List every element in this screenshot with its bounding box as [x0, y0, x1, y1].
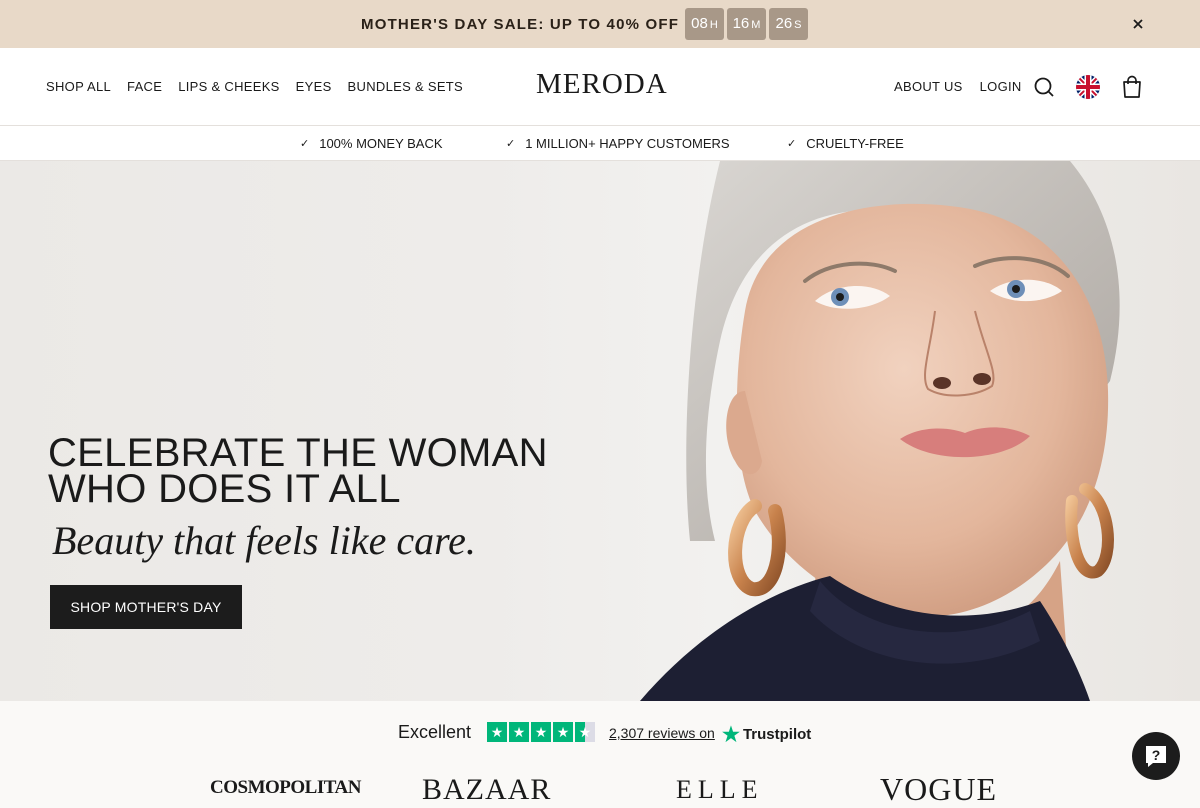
trustpilot-logo[interactable]: ★ Trustpilot — [722, 722, 811, 747]
secondary-nav: ABOUT US LOGIN — [894, 79, 1022, 94]
primary-nav: SHOP ALL FACE LIPS & CHEEKS EYES BUNDLES… — [46, 79, 463, 94]
trust-section: Excellent ★ ★ ★ ★ ★ 2,307 reviews on ★ T… — [0, 701, 1200, 807]
hero-title-line2: WHO DOES IT ALL — [48, 467, 401, 511]
nav-bundles-sets[interactable]: BUNDLES & SETS — [348, 79, 463, 94]
star-icon: ★ — [553, 722, 573, 742]
star-icon: ★ — [509, 722, 529, 742]
usp-happy-customers: ✓ 1 MILLION+ HAPPY CUSTOMERS — [506, 136, 730, 151]
countdown-minutes-value: 16 — [732, 15, 750, 32]
nav-login[interactable]: LOGIN — [980, 79, 1022, 94]
countdown-seconds-value: 26 — [775, 15, 793, 32]
nav-about-us[interactable]: ABOUT US — [894, 79, 963, 94]
usp-cruelty-free: ✓ CRUELTY-FREE — [787, 136, 904, 151]
check-icon: ✓ — [787, 138, 797, 150]
announcement-bar: MOTHER'S DAY SALE: UP TO 40% OFF 08 H 16… — [0, 0, 1200, 48]
half-star-icon: ★ — [575, 722, 595, 742]
trustpilot-brand: Trustpilot — [742, 726, 812, 743]
hero-title-line1: CELEBRATE THE WOMAN — [48, 431, 548, 475]
close-icon[interactable] — [1130, 16, 1146, 32]
usp-happy-customers-label: 1 MILLION+ HAPPY CUSTOMERS — [525, 136, 730, 151]
countdown-minutes-unit: M — [751, 19, 761, 31]
site-header: SHOP ALL FACE LIPS & CHEEKS EYES BUNDLES… — [0, 48, 1200, 126]
countdown-hours-value: 08 — [691, 15, 708, 32]
usp-money-back-label: 100% MONEY BACK — [319, 136, 443, 151]
press-elle-logo: ELLE — [676, 775, 764, 804]
usp-cruelty-free-label: CRUELTY-FREE — [806, 136, 904, 151]
countdown-hours: 08 H — [685, 8, 724, 40]
nav-face[interactable]: FACE — [127, 79, 162, 94]
help-chat-button[interactable]: ? — [1132, 732, 1180, 780]
usp-money-back: ✓ 100% MONEY BACK — [300, 136, 443, 151]
nav-lips-cheeks[interactable]: LIPS & CHEEKS — [178, 79, 279, 94]
nav-eyes[interactable]: EYES — [296, 79, 332, 94]
check-icon: ✓ — [506, 138, 516, 150]
press-vogue-logo: VOGUE — [880, 771, 997, 807]
countdown-minutes: 16 M — [727, 8, 766, 40]
hero-subtitle: Beauty that feels like care. — [52, 518, 476, 563]
trustpilot-star-icon: ★ — [722, 724, 740, 746]
trustpilot-stars: ★ ★ ★ ★ ★ — [487, 722, 595, 742]
trust-reviews-link[interactable]: 2,307 reviews on — [609, 725, 715, 741]
countdown-seconds-unit: S — [794, 19, 802, 31]
brand-logo[interactable]: MERODA — [536, 68, 668, 101]
trust-rating-word: Excellent — [398, 722, 472, 742]
cart-icon[interactable] — [1119, 74, 1145, 100]
press-bazaar-logo: BAZAAR — [422, 773, 552, 806]
hero-banner: CELEBRATE THE WOMAN WHO DOES IT ALL Beau… — [0, 161, 1200, 701]
search-icon[interactable] — [1031, 74, 1057, 100]
press-cosmopolitan-logo: COSMOPOLITAN — [210, 777, 361, 798]
shop-mothers-day-button[interactable]: SHOP MOTHER'S DAY — [50, 585, 242, 629]
star-icon: ★ — [531, 722, 551, 742]
star-icon: ★ — [487, 722, 507, 742]
usp-bar: ✓ 100% MONEY BACK ✓ 1 MILLION+ HAPPY CUS… — [0, 126, 1200, 161]
announcement-text: MOTHER'S DAY SALE: UP TO 40% OFF — [361, 16, 680, 33]
nav-shop-all[interactable]: SHOP ALL — [46, 79, 111, 94]
countdown-seconds: 26 S — [769, 8, 808, 40]
countdown-timer: 08 H 16 M 26 S — [685, 8, 808, 40]
hero-title: CELEBRATE THE WOMAN WHO DOES IT ALL — [48, 431, 568, 511]
svg-text:?: ? — [1152, 747, 1161, 763]
check-icon: ✓ — [300, 138, 310, 150]
uk-flag-icon[interactable] — [1075, 74, 1101, 100]
help-chat-icon: ? — [1146, 746, 1166, 767]
countdown-hours-unit: H — [709, 19, 718, 31]
